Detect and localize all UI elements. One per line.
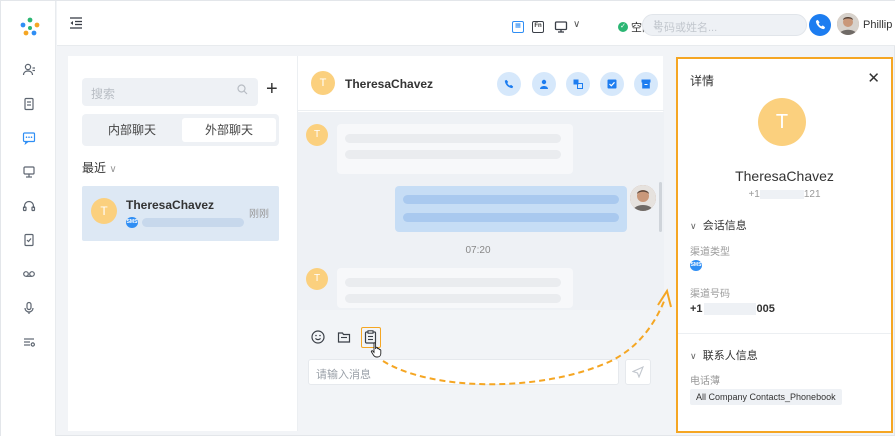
device-chevron-down-icon[interactable]: ∨ bbox=[573, 19, 580, 30]
chat-search-input[interactable]: 搜索 bbox=[82, 78, 258, 106]
voicemail-icon[interactable] bbox=[21, 267, 37, 283]
monitor-icon[interactable] bbox=[21, 165, 37, 181]
chat-list-panel: 搜索 + 内部聊天 外部聊天 最近 ∨ T TheresaChavez 刚刚 S… bbox=[68, 56, 297, 431]
file-icon[interactable] bbox=[337, 330, 351, 344]
contact-info-section[interactable]: ∨ 联系人信息 bbox=[690, 347, 758, 363]
left-nav bbox=[1, 1, 56, 436]
chat-type-tabs: 内部聊天 外部聊天 bbox=[82, 114, 279, 146]
message-composer: 请输入消息 bbox=[298, 310, 664, 431]
search-icon[interactable] bbox=[237, 84, 248, 98]
avatar: T bbox=[91, 198, 117, 224]
number-search-input[interactable]: 号码或姓名... ⠿ bbox=[642, 14, 807, 36]
chat-window: T TheresaChavez T 07:20 T 请输入消息 bbox=[297, 56, 664, 431]
incoming-message bbox=[337, 124, 573, 174]
send-button[interactable] bbox=[625, 359, 651, 385]
top-bar: ▦ Fn ∨ ✓ 空闲∨ 号码或姓名... ⠿ Phillip Huff∨ bbox=[57, 1, 895, 46]
message-preview-redacted bbox=[142, 218, 244, 227]
avatar: T bbox=[311, 71, 335, 95]
headset-icon[interactable] bbox=[21, 199, 37, 215]
avatar: T bbox=[306, 124, 328, 146]
sms-channel-icon: SMS bbox=[690, 260, 702, 271]
incoming-message bbox=[337, 268, 573, 308]
call-button[interactable] bbox=[809, 14, 831, 36]
recent-filter[interactable]: 最近 ∨ bbox=[82, 159, 117, 176]
desktop-icon[interactable] bbox=[554, 20, 568, 34]
report-icon[interactable] bbox=[21, 233, 37, 249]
call-log-icon[interactable] bbox=[21, 97, 37, 113]
message-timestamp: 07:20 bbox=[465, 245, 491, 256]
collapse-menu-icon[interactable] bbox=[69, 16, 83, 30]
chat-contact-name: TheresaChavez bbox=[345, 77, 434, 91]
detail-phone-number: +1 121 bbox=[748, 189, 821, 200]
new-chat-button[interactable]: + bbox=[266, 77, 278, 101]
detail-title: 详情 bbox=[690, 74, 715, 88]
contact-profile-icon[interactable] bbox=[532, 72, 556, 96]
channel-type-label: 渠道类型 bbox=[690, 247, 730, 258]
app-logo bbox=[20, 17, 40, 36]
tab-external-chat[interactable]: 外部聊天 bbox=[182, 118, 276, 142]
message-input[interactable]: 请输入消息 bbox=[308, 359, 619, 385]
channel-number-label: 渠道号码 bbox=[690, 289, 730, 300]
phonebook-tag: All Company Contacts_Phonebook bbox=[690, 389, 842, 405]
avatar: T bbox=[306, 268, 328, 290]
contact-name: TheresaChavez bbox=[126, 198, 215, 212]
sms-channel-icon: SMS bbox=[126, 217, 138, 228]
phone-call-icon[interactable] bbox=[497, 72, 521, 96]
chevron-down-icon: ∨ bbox=[690, 221, 697, 231]
chat-header: T TheresaChavez bbox=[298, 56, 664, 111]
microphone-icon[interactable] bbox=[21, 301, 37, 317]
scrollbar[interactable] bbox=[659, 182, 662, 232]
message-list: T 07:20 T bbox=[298, 112, 664, 310]
dialpad-icon[interactable]: ⠿ bbox=[653, 19, 794, 32]
transfer-icon[interactable] bbox=[566, 72, 590, 96]
outgoing-message bbox=[395, 186, 627, 232]
tab-internal-chat[interactable]: 内部聊天 bbox=[85, 118, 179, 142]
qr-code-icon[interactable]: ▦ bbox=[512, 21, 524, 33]
hand-cursor-icon bbox=[370, 342, 382, 358]
emoji-icon[interactable] bbox=[311, 330, 325, 344]
chat-icon[interactable] bbox=[21, 131, 37, 147]
divider bbox=[678, 333, 891, 334]
avatar: T bbox=[758, 98, 806, 146]
chevron-down-icon: ∨ bbox=[690, 351, 697, 361]
channel-number-value: +1 005 bbox=[690, 303, 775, 316]
user-menu[interactable]: Phillip Huff∨ bbox=[863, 18, 895, 31]
archive-icon[interactable] bbox=[634, 72, 658, 96]
settings-list-icon[interactable] bbox=[21, 335, 37, 351]
function-key-icon[interactable]: Fn bbox=[532, 21, 544, 33]
contact-detail-panel: 详情 ✕ T TheresaChavez +1 121 ∨ 会话信息 渠道类型 S… bbox=[676, 57, 893, 433]
phonebook-label: 电话薄 bbox=[690, 376, 720, 387]
contacts-icon[interactable] bbox=[21, 63, 37, 79]
app-window: ▦ Fn ∨ ✓ 空闲∨ 号码或姓名... ⠿ Phillip Huff∨ 搜索 bbox=[0, 0, 895, 436]
list-item[interactable]: T TheresaChavez 刚刚 SMS bbox=[82, 186, 279, 241]
close-icon[interactable]: ✕ bbox=[867, 69, 880, 87]
mark-resolved-icon[interactable] bbox=[600, 72, 624, 96]
avatar[interactable] bbox=[837, 13, 859, 35]
avatar bbox=[630, 185, 656, 211]
message-time: 刚刚 bbox=[249, 209, 269, 220]
session-info-section[interactable]: ∨ 会话信息 bbox=[690, 217, 747, 233]
detail-contact-name: TheresaChavez bbox=[735, 168, 834, 184]
online-status-icon: ✓ bbox=[618, 22, 628, 32]
